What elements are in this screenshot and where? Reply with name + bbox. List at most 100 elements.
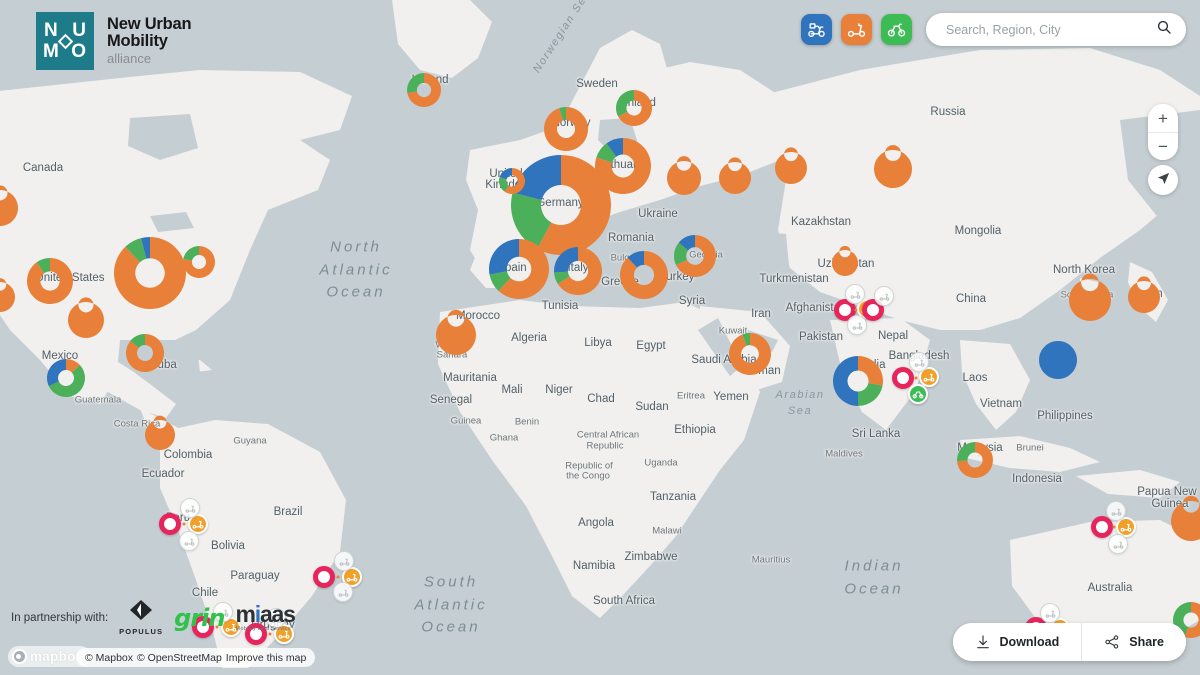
map-pin-selected[interactable] xyxy=(313,566,335,588)
logo-letter-m: M xyxy=(43,41,59,62)
donut-segment xyxy=(1171,495,1200,541)
map-donut-marker[interactable] xyxy=(544,107,588,151)
map-donut-marker[interactable] xyxy=(126,334,164,372)
map-pin-inactive[interactable] xyxy=(847,315,867,335)
map-pin-selected[interactable] xyxy=(159,513,181,535)
donut-segment xyxy=(1038,341,1077,379)
geolocate-icon xyxy=(1156,171,1171,189)
search-input[interactable] xyxy=(944,21,1156,38)
action-bar: Download Share xyxy=(952,623,1186,661)
map-donut-marker[interactable] xyxy=(0,278,15,312)
map-donut-marker[interactable] xyxy=(489,239,549,299)
map-donut-marker[interactable] xyxy=(114,237,186,309)
mode-filter-group xyxy=(801,14,912,45)
donut-segment xyxy=(774,147,807,184)
map-donut-marker[interactable] xyxy=(499,168,525,194)
share-button[interactable]: Share xyxy=(1081,623,1186,661)
donut-segment xyxy=(144,415,175,450)
map-donut-marker[interactable] xyxy=(407,73,441,107)
map-pin-inactive[interactable] xyxy=(1106,501,1126,521)
donut-segment xyxy=(67,297,104,338)
download-button[interactable]: Download xyxy=(952,623,1082,661)
donut-segment xyxy=(499,168,512,180)
map-pin-inactive[interactable] xyxy=(333,582,353,602)
donut-segment xyxy=(666,156,701,195)
donut-segment xyxy=(858,356,883,386)
search-box[interactable] xyxy=(926,13,1186,46)
attribution-openstreetmap[interactable]: © OpenStreetMap xyxy=(137,652,222,664)
donut-segment xyxy=(858,382,883,406)
map-donut-marker[interactable] xyxy=(47,359,86,397)
map-canvas[interactable] xyxy=(0,0,1200,675)
map-pin-inactive[interactable] xyxy=(180,498,200,518)
mode-filter-moped[interactable] xyxy=(801,14,832,45)
share-icon xyxy=(1104,634,1120,650)
donut-segment xyxy=(718,157,751,194)
donut-segment xyxy=(489,239,519,275)
map-pin-inactive[interactable] xyxy=(874,286,894,306)
bicycle-icon xyxy=(887,20,906,39)
mapbox-mark-icon xyxy=(12,649,27,664)
logo-letter-o: O xyxy=(71,41,86,62)
mode-filter-scooter[interactable] xyxy=(841,14,872,45)
mode-filter-bike[interactable] xyxy=(881,14,912,45)
map-donut-marker[interactable] xyxy=(774,147,807,184)
donut-segment xyxy=(47,359,66,387)
map-pin-inactive[interactable] xyxy=(266,608,286,628)
zoom-in-button[interactable]: + xyxy=(1148,104,1178,132)
map-pin-inactive[interactable] xyxy=(334,551,354,571)
numo-brand-logo[interactable]: N U M O New Urban Mobility alliance xyxy=(36,12,192,70)
map-pin-selected[interactable] xyxy=(245,623,267,645)
map-donut-marker[interactable] xyxy=(620,251,668,299)
map-donut-marker[interactable] xyxy=(957,442,993,478)
share-label: Share xyxy=(1129,635,1164,649)
map-donut-marker[interactable] xyxy=(1038,341,1077,379)
brand-line-2: Mobility xyxy=(107,32,168,51)
map-donut-marker[interactable] xyxy=(67,297,104,338)
map-donut-marker[interactable] xyxy=(718,157,751,194)
attribution-improve-map[interactable]: Improve this map xyxy=(226,652,307,664)
map-donut-marker[interactable] xyxy=(554,247,602,295)
map-donut-marker[interactable] xyxy=(1068,273,1111,321)
logo-letter-n: N xyxy=(44,20,58,41)
map-pin-selected[interactable] xyxy=(192,616,214,638)
map-pin-inactive[interactable] xyxy=(845,284,865,304)
donut-segment xyxy=(873,145,912,188)
map-donut-marker[interactable] xyxy=(0,185,18,226)
map-pin-inactive[interactable] xyxy=(1108,534,1128,554)
map-zoom-controls: + − xyxy=(1148,104,1178,160)
attribution-mapbox[interactable]: © Mapbox xyxy=(85,652,133,664)
map-pin-bike[interactable] xyxy=(908,384,928,404)
donut-segment xyxy=(831,245,858,276)
map-donut-marker[interactable] xyxy=(616,90,652,126)
map-donut-marker[interactable] xyxy=(183,246,215,278)
map-donut-marker[interactable] xyxy=(833,356,883,406)
map-donut-marker[interactable] xyxy=(831,245,858,276)
map-donut-marker[interactable] xyxy=(674,235,716,277)
map-donut-marker[interactable] xyxy=(1171,495,1200,541)
map-donut-marker[interactable] xyxy=(144,415,175,450)
donut-segment xyxy=(833,356,858,406)
map-attribution: © Mapbox © OpenStreetMap Improve this ma… xyxy=(76,648,316,667)
donut-segment xyxy=(1068,273,1111,321)
map-donut-marker[interactable] xyxy=(873,145,912,188)
search-icon[interactable] xyxy=(1156,19,1172,40)
brand-wordmark: New Urban Mobility alliance xyxy=(107,14,192,67)
map-donut-marker[interactable] xyxy=(729,333,771,375)
map-pin-inactive[interactable] xyxy=(909,352,929,372)
map-donut-marker[interactable] xyxy=(435,309,476,355)
map-donut-marker[interactable] xyxy=(26,258,73,304)
map-donut-marker[interactable] xyxy=(666,156,701,195)
download-icon xyxy=(975,634,991,650)
map-pin-inactive[interactable] xyxy=(213,602,233,622)
donut-segment xyxy=(554,247,578,273)
brand-line-1: New Urban xyxy=(107,14,192,33)
scooter-icon xyxy=(847,20,866,39)
geolocate-button[interactable] xyxy=(1148,165,1178,195)
micromobility-map-app: Canada United States Mexico Cuba Guatemala Co… xyxy=(0,0,1200,675)
donut-segment xyxy=(616,90,634,117)
map-pin-inactive[interactable] xyxy=(179,531,199,551)
moped-icon xyxy=(807,20,826,39)
map-donut-marker[interactable] xyxy=(1127,276,1160,313)
map-pin-inactive[interactable] xyxy=(1040,603,1060,623)
